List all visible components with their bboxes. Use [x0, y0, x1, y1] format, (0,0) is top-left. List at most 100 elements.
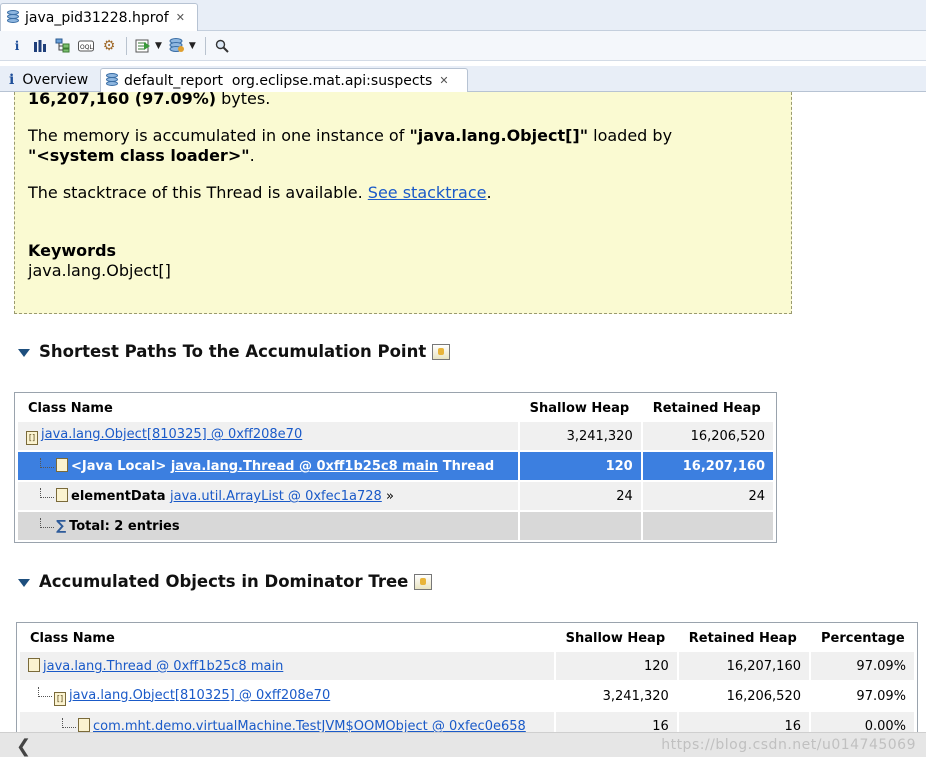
- object-link[interactable]: java.lang.Object[810325] @ 0xff208e70: [69, 688, 330, 703]
- shallow-heap-cell: 3,241,320: [555, 682, 677, 710]
- collapse-triangle-icon[interactable]: [18, 348, 30, 357]
- object-icon: [78, 718, 90, 732]
- editor-tab-hprof[interactable]: java_pid31228.hprof ✕: [0, 3, 198, 31]
- column-header-retained-heap[interactable]: Retained Heap: [678, 625, 809, 650]
- toolbar-separator: [204, 36, 206, 55]
- table-row[interactable]: [] java.lang.Object[810325] @ 0xff208e70 …: [18, 422, 773, 450]
- retained-heap-cell: 16,206,520: [642, 422, 773, 450]
- chevron-down-icon[interactable]: ▼: [189, 41, 196, 51]
- accum-prefix: The memory is accumulated in one instanc…: [28, 126, 410, 145]
- row-prefix: <Java Local>: [71, 459, 171, 474]
- scroll-left-icon[interactable]: ❮: [16, 736, 31, 757]
- table-header-row: Class Name Shallow Heap Retained Heap: [18, 395, 773, 420]
- tab-default-report[interactable]: default_report org.eclipse.mat.api:suspe…: [100, 68, 468, 92]
- open-in-view-icon[interactable]: [414, 573, 433, 590]
- retained-heap-cell: 16,207,160: [642, 452, 773, 480]
- table-row[interactable]: elementData java.util.ArrayList @ 0xfec1…: [18, 482, 773, 510]
- tab-default-report-label: default_report org.eclipse.mat.api:suspe…: [124, 72, 433, 89]
- tree-guide: [40, 488, 54, 498]
- shallow-heap-cell: 16: [555, 712, 677, 732]
- accum-loader: "<system class loader>": [28, 146, 250, 165]
- run-report-icon[interactable]: [132, 35, 154, 57]
- chevron-down-icon[interactable]: ▼: [155, 41, 162, 51]
- keywords-label: Keywords: [28, 241, 117, 260]
- tree-guide: [38, 686, 52, 697]
- info-icon: i: [9, 72, 15, 88]
- gears-icon[interactable]: ⚙: [98, 35, 120, 57]
- column-header-shallow-heap[interactable]: Shallow Heap: [555, 625, 677, 650]
- class-name-cell: <Java Local> java.lang.Thread @ 0xff1b25…: [18, 452, 518, 480]
- accum-mid: loaded by: [588, 126, 673, 145]
- object-link[interactable]: java.lang.Thread @ 0xff1b25c8 main: [171, 459, 438, 474]
- report-content: 16,207,160 (97.09%) bytes. The memory is…: [0, 92, 926, 732]
- sum-icon: ∑: [56, 518, 67, 534]
- retained-heap-cell: 24: [642, 482, 773, 510]
- table-row[interactable]: java.lang.Thread @ 0xff1b25c8 main 120 1…: [20, 652, 914, 680]
- percentage-cell: 0.00%: [811, 712, 914, 732]
- array-icon: []: [54, 691, 66, 706]
- watermark: https://blog.csdn.net/u014745069: [661, 737, 916, 753]
- object-icon: [56, 488, 68, 502]
- shallow-heap-cell: 24: [519, 482, 641, 510]
- stacktrace-text: The stacktrace of this Thread is availab…: [28, 183, 368, 202]
- info-icon[interactable]: i: [6, 35, 28, 57]
- column-header-shallow-heap[interactable]: Shallow Heap: [519, 395, 641, 420]
- thread-icon: [56, 458, 68, 472]
- table-row[interactable]: com.mht.demo.virtualMachine.TestJVM$OOMO…: [20, 712, 914, 732]
- horizontal-scrollbar[interactable]: ❮ https://blog.csdn.net/u014745069: [0, 732, 926, 757]
- tree-guide: [40, 518, 54, 528]
- collapse-triangle-icon[interactable]: [18, 578, 30, 587]
- column-header-retained-heap[interactable]: Retained Heap: [642, 395, 773, 420]
- histogram-icon[interactable]: [29, 35, 51, 57]
- report-icon: [106, 73, 119, 88]
- suspect-description-box: 16,207,160 (97.09%) bytes. The memory is…: [14, 92, 792, 314]
- object-link[interactable]: java.lang.Thread @ 0xff1b25c8 main: [43, 659, 283, 674]
- column-header-percentage[interactable]: Percentage: [811, 625, 914, 650]
- table-total-row: ∑ Total: 2 entries: [18, 512, 773, 540]
- total-cell: ∑ Total: 2 entries: [18, 512, 518, 540]
- open-in-view-icon[interactable]: [432, 343, 451, 360]
- column-header-class-name[interactable]: Class Name: [20, 625, 554, 650]
- class-name-cell: com.mht.demo.virtualMachine.TestJVM$OOMO…: [20, 712, 554, 732]
- percentage-cell: 97.09%: [811, 652, 914, 680]
- empty-cell: [642, 512, 773, 540]
- column-header-class-name[interactable]: Class Name: [18, 395, 518, 420]
- object-link[interactable]: com.mht.demo.virtualMachine.TestJVM$OOMO…: [93, 719, 526, 732]
- dominator-tree-table: Class Name Shallow Heap Retained Heap Pe…: [16, 622, 918, 732]
- shortest-paths-table: Class Name Shallow Heap Retained Heap []…: [14, 392, 777, 543]
- toolbar-separator: [126, 36, 127, 55]
- retained-size-suffix: bytes.: [216, 92, 271, 108]
- tree-guide: [40, 458, 54, 468]
- editor-tab-bar: java_pid31228.hprof ✕: [0, 0, 926, 31]
- shallow-heap-cell: 3,241,320: [519, 422, 641, 450]
- see-stacktrace-link[interactable]: See stacktrace: [368, 183, 487, 202]
- editor-tab-title: java_pid31228.hprof: [25, 9, 169, 26]
- retained-heap-cell: 16,207,160: [678, 652, 809, 680]
- total-label: Total: 2 entries: [69, 519, 180, 534]
- stacktrace-end: .: [486, 183, 492, 202]
- toolbar: i OQL ⚙ ▼ ▼: [0, 31, 926, 61]
- search-icon[interactable]: [211, 35, 233, 57]
- class-name-cell: [] java.lang.Object[810325] @ 0xff208e70: [18, 422, 518, 450]
- object-link[interactable]: java.lang.Object[810325] @ 0xff208e70: [41, 427, 302, 442]
- dominator-tree-header[interactable]: Accumulated Objects in Dominator Tree: [18, 572, 433, 591]
- oql-icon[interactable]: OQL: [75, 35, 97, 57]
- keywords-value: java.lang.Object[]: [28, 261, 171, 280]
- table-header-row: Class Name Shallow Heap Retained Heap Pe…: [20, 625, 914, 650]
- object-link[interactable]: java.util.ArrayList @ 0xfec1a728: [170, 489, 382, 504]
- shortest-paths-header[interactable]: Shortest Paths To the Accumulation Point: [18, 342, 451, 361]
- tab-overview[interactable]: i Overview: [4, 68, 100, 92]
- retained-heap-cell: 16,206,520: [678, 682, 809, 710]
- heap-dump-icon: [7, 10, 20, 25]
- table-row[interactable]: [] java.lang.Object[810325] @ 0xff208e70 …: [20, 682, 914, 710]
- close-icon[interactable]: ✕: [439, 74, 448, 87]
- table-row-selected[interactable]: <Java Local> java.lang.Thread @ 0xff1b25…: [18, 452, 773, 480]
- row-suffix: »: [381, 489, 394, 504]
- percentage-cell: 97.09%: [811, 682, 914, 710]
- heap-dump-menu-icon[interactable]: [166, 35, 188, 57]
- close-icon[interactable]: ✕: [176, 11, 185, 24]
- class-name-cell: java.lang.Thread @ 0xff1b25c8 main: [20, 652, 554, 680]
- shortest-paths-title: Shortest Paths To the Accumulation Point: [39, 342, 427, 361]
- thread-icon: [28, 658, 40, 672]
- dominator-tree-icon[interactable]: [52, 35, 74, 57]
